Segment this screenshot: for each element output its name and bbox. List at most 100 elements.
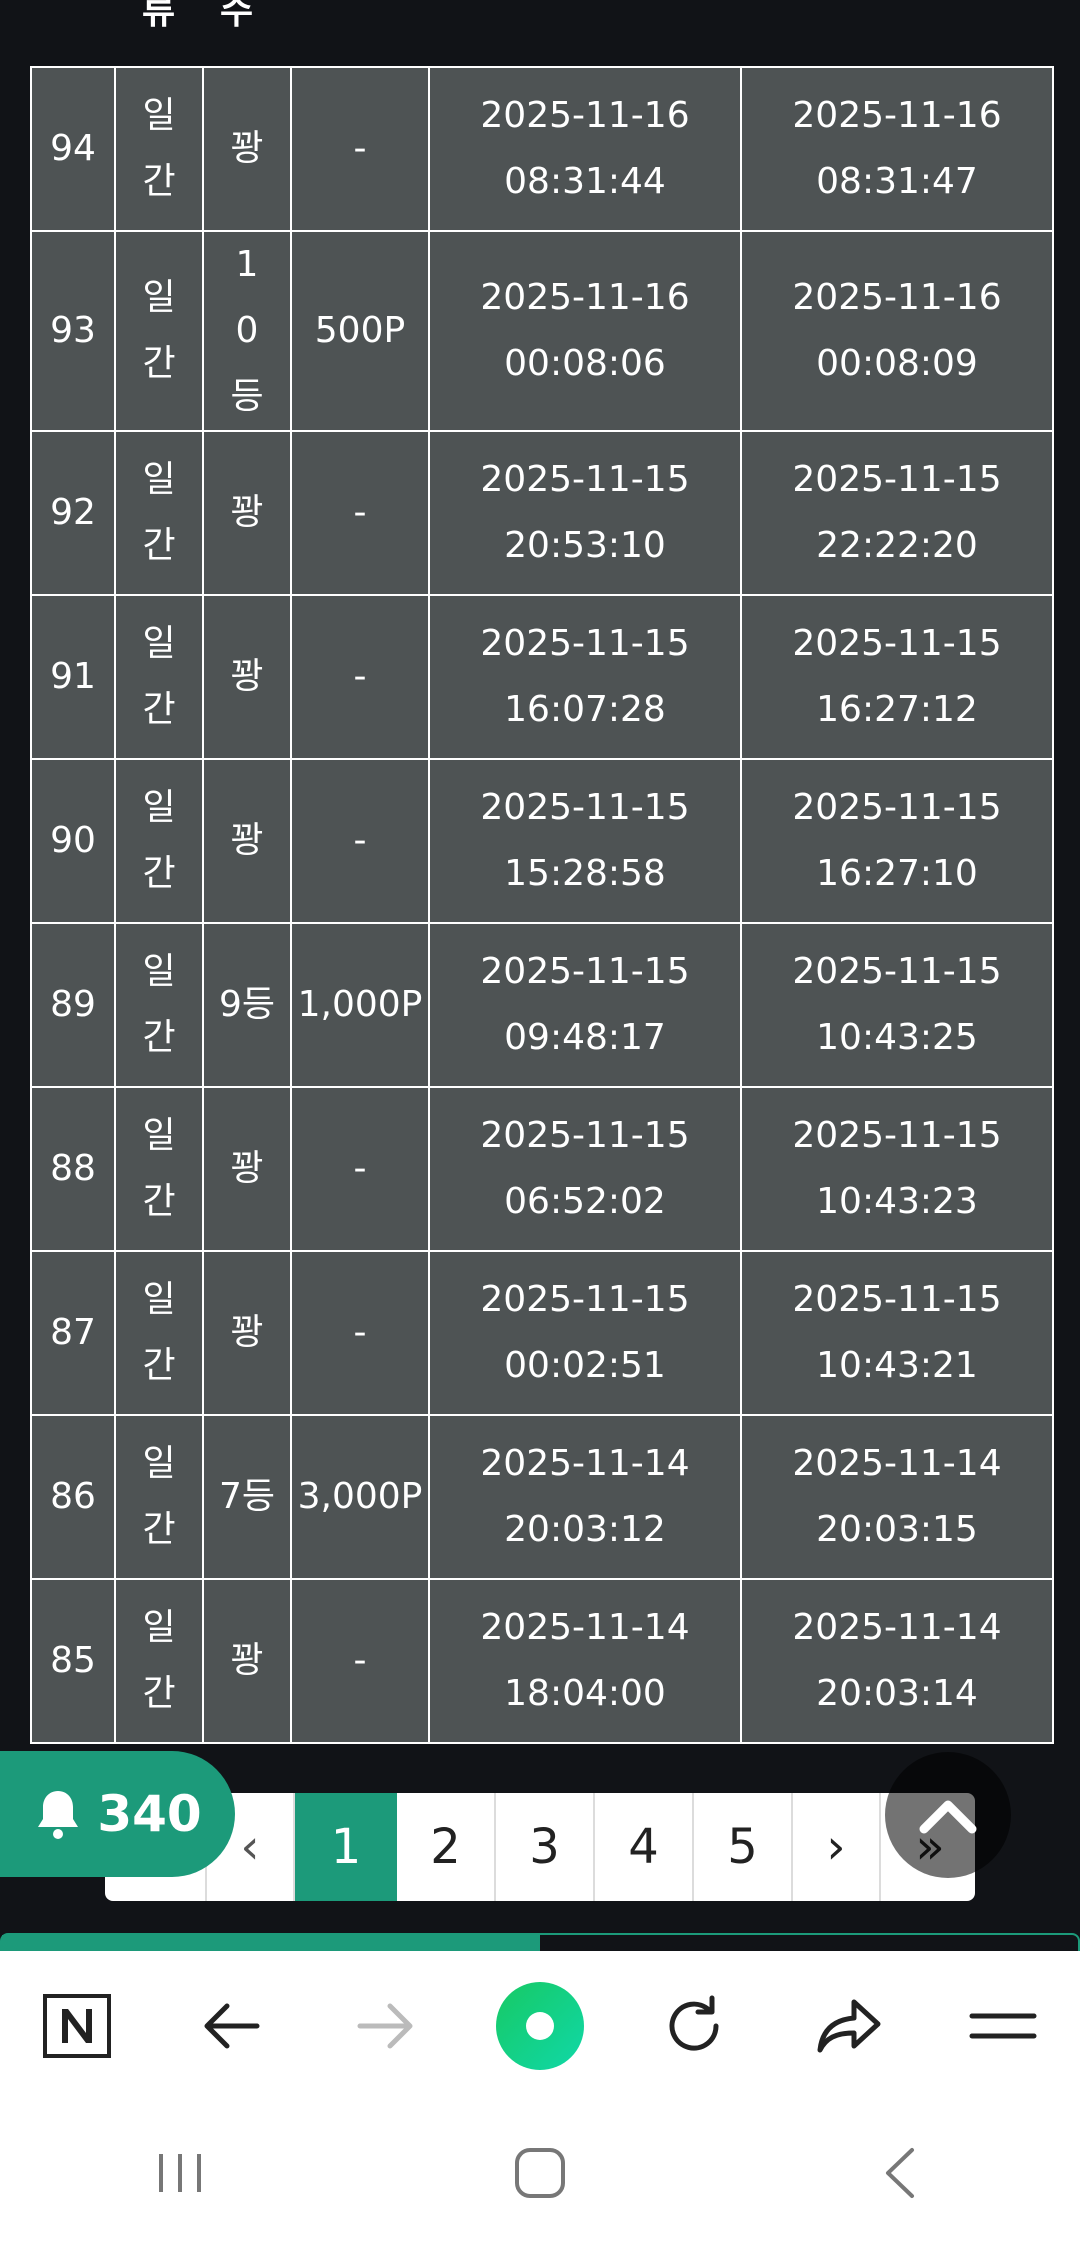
cell-type: 일간 [114,1578,204,1744]
pagination-page-4[interactable]: 4 [595,1793,694,1901]
cell-prize: 500P [290,230,430,432]
pagination-page-3[interactable]: 3 [496,1793,595,1901]
naver-n-button[interactable] [17,1966,137,2086]
share-icon [817,1999,881,2053]
system-back-button[interactable] [825,2113,975,2233]
cell-type: 일간 [114,594,204,760]
start-date: 2025-11-14 [480,1607,690,1648]
pagination-page-1[interactable]: 1 [295,1793,397,1901]
back-button[interactable] [171,1966,291,2086]
notification-count: 340 [97,1785,202,1843]
cell-type-text: 일간 [142,951,176,1058]
cell-type-text: 일간 [142,459,176,566]
cell-number-text: 90 [50,820,96,861]
cell-rank: 꽝 [202,1086,292,1252]
refresh-icon [669,1995,719,2051]
cell-type: 일간 [114,1086,204,1252]
cell-prize-text: - [353,1312,367,1353]
naver-n-icon [43,1994,112,2058]
forward-button[interactable] [326,1966,446,2086]
cell-prize-text: - [353,1148,367,1189]
start-date: 2025-11-15 [480,459,690,500]
table-header-partial: 류 수 [30,0,1050,66]
cell-type: 일간 [114,1414,204,1580]
menu-button[interactable] [943,1966,1063,2086]
start-date: 2025-11-16 [480,95,690,136]
start-date: 2025-11-15 [480,623,690,664]
table-row: 87 일간 꽝 - 2025-11-15 00:02:51 2025-11-15 10:43:… [30,1250,1054,1416]
cell-end-datetime: 2025-11-16 00:08:09 [740,230,1054,432]
cell-prize: - [290,430,430,596]
cell-prize: 1,000P [290,922,430,1088]
cell-start-datetime: 2025-11-14 20:03:12 [428,1414,742,1580]
cell-number: 93 [30,230,116,432]
share-button[interactable] [789,1966,909,2086]
end-time: 16:27:10 [816,853,978,894]
refresh-button[interactable] [634,1966,754,2086]
home-button[interactable] [465,2113,615,2233]
cell-rank: 꽝 [202,594,292,760]
scroll-top-button[interactable] [885,1752,1011,1878]
cell-prize: - [290,1250,430,1416]
recent-apps-icon [159,2154,201,2192]
table-row: 88 일간 꽝 - 2025-11-15 06:52:02 2025-11-15 10:43:… [30,1086,1054,1252]
table-row: 85 일간 꽝 - 2025-11-14 18:04:00 2025-11-14 20:03:… [30,1578,1054,1744]
cell-end-datetime: 2025-11-15 16:27:10 [740,758,1054,924]
end-date: 2025-11-15 [792,787,1002,828]
cell-number: 94 [30,66,116,232]
pagination-page-2[interactable]: 2 [397,1793,496,1901]
start-date: 2025-11-15 [480,787,690,828]
cell-type-text: 일간 [142,277,176,384]
cell-end-datetime: 2025-11-15 10:43:21 [740,1250,1054,1416]
cell-prize: - [290,1086,430,1252]
cell-type-text: 일간 [142,623,176,730]
cell-rank-text: 9등 [218,984,276,1025]
page-progress-bar [0,1933,1080,1951]
forward-arrow-icon [357,2003,413,2049]
back-arrow-icon [204,2003,260,2049]
notification-button[interactable]: 340 [0,1751,235,1877]
cell-rank: 꽝 [202,1250,292,1416]
cell-rank-text: 꽝 [230,656,264,697]
cell-start-datetime: 2025-11-15 20:53:10 [428,430,742,596]
start-date: 2025-11-16 [480,277,690,318]
start-time: 00:08:06 [504,343,666,384]
cell-number: 91 [30,594,116,760]
menu-icon [969,2013,1037,2039]
cell-type-text: 일간 [142,1279,176,1386]
cell-end-datetime: 2025-11-15 22:22:20 [740,430,1054,596]
start-time: 09:48:17 [504,1017,666,1058]
cell-start-datetime: 2025-11-16 08:31:44 [428,66,742,232]
cell-number-text: 91 [50,656,96,697]
cell-start-datetime: 2025-11-14 18:04:00 [428,1578,742,1744]
pagination-next-button[interactable]: › [793,1793,881,1901]
start-time: 16:07:28 [504,689,666,730]
home-green-circle-icon [495,1982,584,2070]
header-fragment: 수 [220,0,254,32]
end-time: 10:43:23 [816,1181,978,1222]
cell-rank-text: 10등 [230,244,264,417]
chevron-up-icon [919,1800,977,1834]
start-time: 20:03:12 [504,1509,666,1550]
cell-number-text: 86 [50,1476,96,1517]
home-green-button[interactable] [480,1966,600,2086]
cell-prize-text: - [353,492,367,533]
end-time: 20:03:15 [816,1509,978,1550]
end-time: 10:43:25 [816,1017,978,1058]
start-date: 2025-11-15 [480,951,690,992]
end-date: 2025-11-15 [792,1279,1002,1320]
cell-number: 87 [30,1250,116,1416]
cell-rank: 꽝 [202,66,292,232]
pagination-page-5[interactable]: 5 [694,1793,793,1901]
end-time: 16:27:12 [816,689,978,730]
cell-rank-text: 꽝 [230,820,264,861]
cell-type-text: 일간 [142,95,176,202]
cell-rank-text: 7등 [218,1476,276,1517]
cell-type: 일간 [114,230,204,432]
cell-rank-text: 꽝 [230,1640,264,1681]
cell-number: 88 [30,1086,116,1252]
history-table: 94 일간 꽝 -2025-11-16 08:31:44 2025-11-16 08:31:… [30,66,1054,1744]
end-date: 2025-11-15 [792,623,1002,664]
start-time: 15:28:58 [504,853,666,894]
recent-apps-button[interactable] [105,2113,255,2233]
